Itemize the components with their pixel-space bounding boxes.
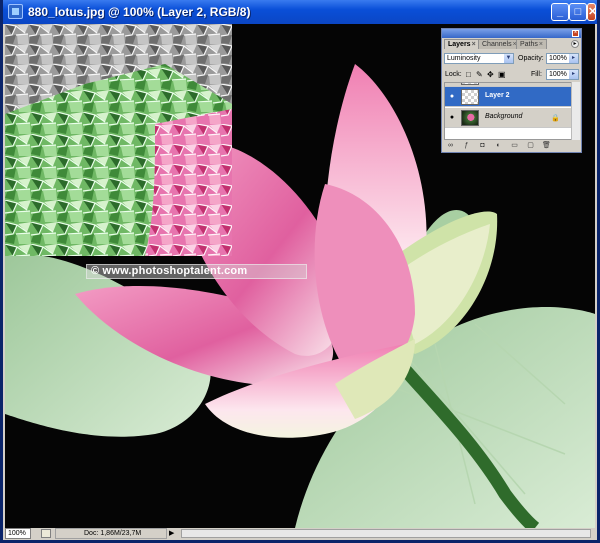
- lock-transparency-icon[interactable]: □: [466, 70, 471, 79]
- chevron-right-icon: ▸: [569, 70, 578, 79]
- maximize-button[interactable]: □: [569, 3, 587, 21]
- opacity-label: Opacity:: [518, 55, 544, 62]
- visibility-eye-icon[interactable]: ●: [448, 114, 456, 122]
- tab-label: Paths: [520, 41, 538, 48]
- chevron-down-icon: ▼: [504, 54, 513, 63]
- visibility-eye-icon[interactable]: ●: [448, 93, 456, 101]
- layer-row-layer-2[interactable]: ● Layer 2: [445, 87, 572, 107]
- add-mask-icon[interactable]: ◘: [478, 142, 487, 150]
- tab-label: Layers: [448, 41, 471, 48]
- fill-value: 100%: [549, 71, 567, 78]
- panel-tabs: Layers× Channels× Paths×: [444, 39, 579, 49]
- minimize-button[interactable]: _: [551, 3, 569, 21]
- lock-brush-icon[interactable]: ✎: [476, 70, 483, 79]
- lock-all-icon[interactable]: ▣: [498, 70, 506, 79]
- opacity-value: 100%: [549, 55, 567, 62]
- watermark-text: © www.photoshoptalent.com: [86, 264, 307, 279]
- tab-close-icon[interactable]: ×: [472, 41, 476, 48]
- new-group-icon[interactable]: ▭: [510, 142, 519, 150]
- panel-close-button[interactable]: ×: [572, 30, 579, 37]
- tab-paths[interactable]: Paths×: [516, 39, 547, 49]
- opacity-input[interactable]: 100% ▸: [546, 53, 579, 64]
- lock-icon: 🔒: [551, 115, 560, 122]
- layers-panel[interactable]: × Layers× Channels× Paths× ▸ Luminosity …: [441, 28, 582, 153]
- delete-layer-icon[interactable]: 🗑: [542, 142, 551, 150]
- tab-layers[interactable]: Layers×: [444, 39, 480, 49]
- status-menu-arrow[interactable]: ▶: [169, 529, 177, 538]
- photoshop-document-window: 880_lotus.jpg @ 100% (Layer 2, RGB/8) _ …: [0, 0, 600, 543]
- panel-titlebar[interactable]: ×: [442, 29, 581, 38]
- chevron-right-icon: ▸: [569, 54, 578, 63]
- adjustment-layer-icon[interactable]: ◐: [494, 142, 503, 150]
- layer-style-icon[interactable]: ƒ: [462, 142, 471, 150]
- tab-label: Channels: [482, 41, 512, 48]
- new-layer-icon[interactable]: ▢: [526, 142, 535, 150]
- layer-thumbnail: [461, 83, 479, 85]
- panel-menu-button[interactable]: ▸: [571, 40, 579, 48]
- zoom-level-input[interactable]: 100%: [5, 528, 31, 539]
- layers-list: ● Layer 2 ● Background 🔒: [444, 82, 573, 140]
- link-layers-icon[interactable]: ∞: [446, 142, 455, 150]
- lock-move-icon[interactable]: ✥: [487, 70, 494, 79]
- layers-panel-toolbar: ∞ ƒ ◘ ◐ ▭ ▢ 🗑: [444, 142, 579, 151]
- status-bar: 100% Doc: 1,86M/23,7M ▶: [3, 528, 597, 540]
- window-titlebar[interactable]: 880_lotus.jpg @ 100% (Layer 2, RGB/8) _ …: [3, 0, 597, 24]
- tab-channels[interactable]: Channels×: [478, 39, 521, 49]
- tab-close-icon[interactable]: ×: [539, 41, 543, 48]
- fill-label: Fill:: [531, 71, 542, 78]
- photoshop-document-icon: [8, 4, 23, 19]
- horizontal-scrollbar[interactable]: [181, 529, 591, 538]
- navigator-icon[interactable]: [41, 529, 51, 538]
- layer-name[interactable]: Layer 2: [485, 92, 510, 99]
- document-info: Doc: 1,86M/23,7M: [55, 528, 167, 539]
- layer-name[interactable]: Background: [485, 113, 522, 120]
- blend-mode-value: Luminosity: [447, 55, 481, 62]
- layer-thumbnail: [461, 110, 479, 126]
- layer-thumbnail: [461, 89, 479, 105]
- layer-row-background[interactable]: ● Background 🔒: [445, 108, 572, 128]
- layers-scrollbar[interactable]: [571, 82, 580, 140]
- close-button[interactable]: ✕: [587, 3, 597, 21]
- lock-label: Lock:: [445, 71, 462, 78]
- blend-mode-select[interactable]: Luminosity ▼: [444, 53, 514, 64]
- window-title: 880_lotus.jpg @ 100% (Layer 2, RGB/8): [28, 5, 251, 19]
- fill-input[interactable]: 100% ▸: [546, 69, 579, 80]
